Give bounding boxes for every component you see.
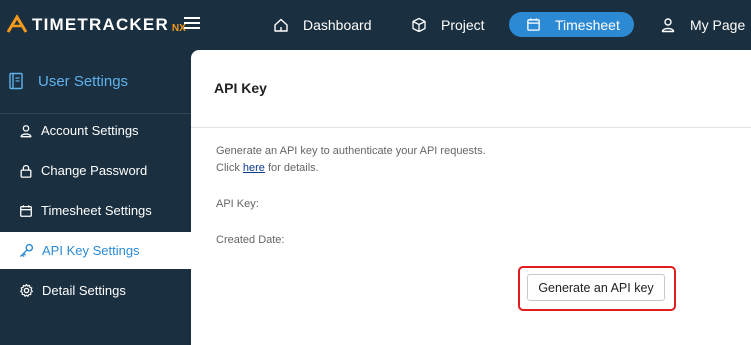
settings-sidebar: User Settings Account Settings Change Pa… [0, 50, 191, 345]
api-key-description: Generate an API key to authenticate your… [216, 143, 486, 177]
api-key-label: API Key: [216, 198, 259, 210]
calendar-icon [20, 204, 32, 217]
sidebar-item-label: Detail Settings [42, 283, 126, 298]
details-link[interactable]: here [243, 162, 265, 174]
created-date-label: Created Date: [216, 234, 285, 246]
top-navigation-bar: TIMETRACKER NX Dashboard Project Timeshe… [0, 0, 751, 50]
sidebar-header: User Settings [8, 72, 128, 90]
sidebar-title: User Settings [38, 72, 129, 90]
nav-project-label: Project [441, 16, 485, 33]
book-icon [9, 72, 23, 90]
page-title: API Key [214, 80, 267, 96]
app-logo[interactable]: TIMETRACKER NX [6, 14, 186, 36]
generate-api-key-button[interactable]: Generate an API key [527, 274, 665, 301]
description-line-2: Click here for details. [216, 160, 486, 177]
sidebar-item-label: API Key Settings [42, 243, 140, 258]
nav-timesheet-label: Timesheet [555, 16, 620, 33]
nav-project[interactable]: Project [411, 12, 485, 37]
gear-icon [20, 283, 33, 297]
cube-icon [412, 17, 426, 32]
user-icon [20, 124, 32, 137]
sidebar-item-label: Change Password [41, 163, 148, 178]
description-suffix: for details. [264, 162, 319, 174]
home-icon [274, 18, 288, 32]
nav-dashboard[interactable]: Dashboard [273, 12, 372, 37]
description-prefix: Click [216, 162, 243, 174]
logo-mark-icon [6, 14, 28, 33]
user-icon [661, 17, 675, 32]
sidebar-item-account-settings[interactable]: Account Settings [0, 112, 191, 149]
hamburger-menu-icon[interactable] [184, 17, 200, 31]
nav-mypage[interactable]: My Page [660, 12, 745, 37]
lock-icon [20, 164, 32, 178]
key-icon [20, 243, 34, 257]
panel-divider [191, 127, 751, 128]
nav-timesheet[interactable]: Timesheet [509, 12, 634, 37]
description-line-1: Generate an API key to authenticate your… [216, 145, 486, 157]
sidebar-item-timesheet-settings[interactable]: Timesheet Settings [0, 192, 191, 229]
sidebar-item-change-password[interactable]: Change Password [0, 152, 191, 189]
logo-text: TIMETRACKER [32, 15, 169, 34]
nav-dashboard-label: Dashboard [303, 16, 372, 33]
sidebar-item-detail-settings[interactable]: Detail Settings [0, 272, 191, 309]
nav-mypage-label: My Page [690, 16, 746, 33]
sidebar-item-api-key-settings[interactable]: API Key Settings [0, 232, 191, 269]
calendar-icon [527, 18, 540, 31]
sidebar-item-label: Account Settings [41, 123, 139, 138]
api-key-panel: API Key Generate an API key to authentic… [191, 50, 751, 345]
sidebar-item-label: Timesheet Settings [41, 203, 152, 218]
